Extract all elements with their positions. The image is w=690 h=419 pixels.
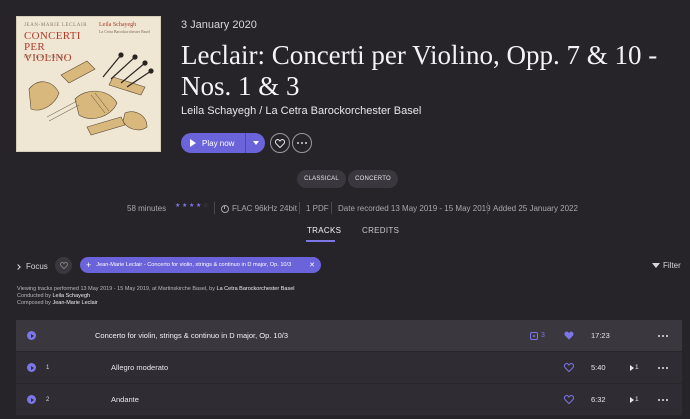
more-icon (658, 366, 668, 369)
description-text: Conducted by (17, 293, 53, 299)
track-title: Andante (111, 395, 139, 404)
info-divider (331, 202, 332, 214)
plus-icon: + (86, 259, 92, 270)
performance-description: Viewing tracks performed 13 May 2019 - 1… (17, 286, 377, 307)
play-icon (30, 333, 34, 338)
more-icon (297, 142, 307, 144)
star-full-icon: ★ (189, 203, 195, 209)
tab-tracks[interactable]: TRACKS (307, 226, 341, 235)
favorite-track-button[interactable] (563, 391, 575, 409)
favorites-filter-button[interactable] (55, 257, 72, 274)
play-work-button[interactable] (27, 331, 36, 340)
release-date: 3 January 2020 (181, 19, 257, 31)
work-track-count-label: 3 (541, 332, 545, 339)
booklet-pdf-link[interactable]: 1 PDF (306, 204, 329, 213)
track-number: 2 (46, 396, 50, 403)
audio-quality: FLAC 96kHz 24bit (221, 204, 297, 213)
date-added: Added 25 January 2022 (493, 204, 578, 213)
conductor-link[interactable]: Leila Schayegh (52, 293, 90, 299)
heart-filled-icon (564, 330, 574, 340)
ensemble-link[interactable]: La Cetra Barockorchester Basel (217, 286, 295, 292)
play-next-button[interactable]: 1 (630, 396, 639, 403)
play-track-button[interactable] (27, 395, 36, 404)
info-divider (487, 202, 488, 214)
play-track-button[interactable] (27, 363, 36, 372)
album-duration: 58 minutes (127, 204, 167, 213)
chevron-down-icon (252, 141, 259, 145)
track-number: 1 (46, 364, 50, 371)
heart-icon (275, 138, 285, 148)
disc-icon (530, 331, 538, 340)
work-row[interactable]: Concerto for violin, strings & continuo … (16, 320, 682, 352)
play-options-button[interactable] (246, 133, 265, 153)
description-performance-line: Viewing tracks performed 13 May 2019 - 1… (17, 286, 377, 293)
recording-dates: Date recorded 13 May 2019 - 15 May 2019 (338, 204, 491, 213)
album-more-button[interactable] (292, 133, 312, 153)
description-composer-line: Composed by Jean-Marie Leclair (17, 300, 377, 307)
album-artist[interactable]: Leila Schayegh / La Cetra Barockorcheste… (181, 105, 421, 117)
play-next-label: 1 (635, 364, 639, 371)
tag-classical[interactable]: CLASSICAL (297, 170, 346, 188)
play-next-icon (630, 364, 634, 371)
track-duration: 6:32 (591, 395, 606, 404)
star-full-icon: ★ (175, 203, 181, 209)
track-more-button[interactable] (658, 398, 668, 401)
cover-illustration (28, 52, 154, 136)
heart-icon (563, 362, 575, 372)
play-next-label: 1 (635, 396, 639, 403)
info-divider (299, 202, 300, 214)
favorite-work-button[interactable] (564, 327, 574, 345)
tag-concerto[interactable]: CONCERTO (348, 170, 398, 188)
rating-stars: ★ ★ ★ ★ ☆ (175, 203, 209, 209)
play-next-icon (630, 396, 634, 403)
track-more-button[interactable] (658, 366, 668, 369)
tracks-table: Concerto for violin, strings & continuo … (16, 320, 682, 416)
description-text: Composed by (17, 300, 53, 306)
play-icon (30, 397, 34, 402)
play-next-button[interactable]: 1 (630, 364, 639, 371)
play-now-button[interactable]: Play now (181, 133, 265, 153)
play-icon (190, 139, 196, 147)
star-full-icon: ★ (182, 203, 188, 209)
tab-credits[interactable]: CREDITS (362, 226, 399, 235)
play-icon (30, 365, 34, 370)
work-filter-chip-label: Jean-Marie Leclair - Concerto for violin… (96, 262, 292, 268)
track-title: Allegro moderato (111, 363, 169, 372)
work-title: Concerto for violin, strings & continuo … (95, 331, 289, 340)
focus-label: Focus (26, 262, 48, 271)
filter-button[interactable]: Filter (652, 261, 681, 270)
work-duration: 17:23 (591, 331, 610, 340)
album-title: Leclair: Concerti per Violino, Opp. 7 & … (181, 40, 658, 101)
more-icon (658, 398, 668, 401)
description-text: Viewing tracks performed 13 May 2019 - 1… (17, 286, 217, 292)
track-row[interactable]: 1 Allegro moderato 5:40 1 (16, 352, 682, 384)
more-icon (658, 334, 668, 337)
work-filter-chip[interactable]: + Jean-Marie Leclair - Concerto for viol… (80, 257, 321, 273)
close-icon[interactable]: ✕ (309, 261, 315, 269)
work-more-button[interactable] (658, 334, 668, 337)
quality-icon (221, 204, 229, 213)
filter-label: Filter (663, 261, 681, 270)
play-now-main[interactable]: Play now (181, 133, 245, 153)
album-cover[interactable]: JEAN-MARIE LECLAIR Leila Schayegh La Cet… (16, 16, 161, 152)
composer-link[interactable]: Jean-Marie Leclair (52, 300, 97, 306)
heart-icon (59, 262, 68, 269)
focus-toggle[interactable]: Focus (15, 262, 48, 271)
star-half-icon: ★ (196, 203, 202, 209)
description-conductor-line: Conducted by Leila Schayegh (17, 293, 377, 300)
work-track-count: 3 (530, 331, 545, 340)
heart-icon (563, 394, 575, 404)
active-tab-indicator (306, 240, 335, 242)
chevron-right-icon (15, 263, 21, 270)
audio-quality-label: FLAC 96kHz 24bit (232, 204, 297, 213)
track-row[interactable]: 2 Andante 6:32 1 (16, 384, 682, 416)
info-divider (214, 202, 215, 214)
play-now-label: Play now (202, 138, 235, 148)
favorite-track-button[interactable] (563, 359, 575, 377)
star-empty-icon: ☆ (203, 203, 209, 209)
filter-icon (652, 263, 660, 268)
favorite-album-button[interactable] (270, 133, 290, 153)
track-duration: 5:40 (591, 363, 606, 372)
